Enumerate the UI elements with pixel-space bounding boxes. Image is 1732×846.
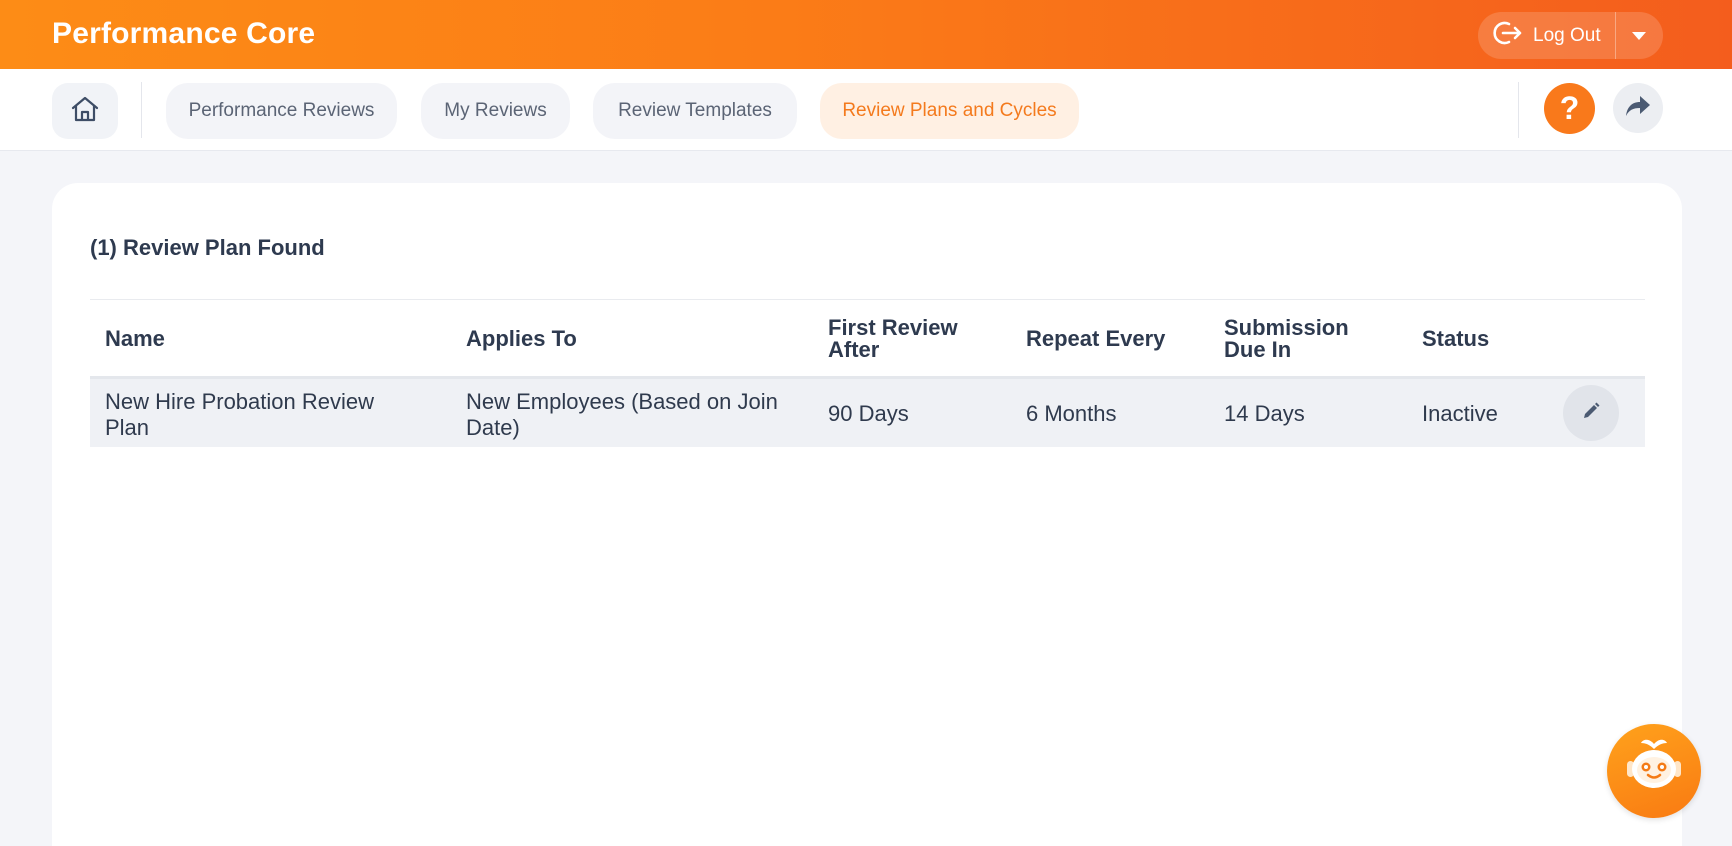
assistant-bot-button[interactable] xyxy=(1607,724,1701,818)
nav-divider-right xyxy=(1518,82,1519,138)
results-count-heading: (1) Review Plan Found xyxy=(90,235,325,260)
column-header-repeat-every: Repeat Every xyxy=(1026,326,1166,351)
help-button[interactable]: ? xyxy=(1544,83,1595,134)
tab-my-reviews[interactable]: My Reviews xyxy=(421,83,570,139)
home-button[interactable] xyxy=(52,83,118,139)
app-title: Performance Core xyxy=(52,17,316,50)
logout-menu-toggle[interactable] xyxy=(1616,12,1662,59)
pencil-icon xyxy=(1581,401,1601,426)
tab-review-templates[interactable]: Review Templates xyxy=(593,83,797,139)
cell-first-review-after: 90 Days xyxy=(828,401,909,426)
share-icon xyxy=(1624,94,1652,123)
tab-review-plans-and-cycles[interactable]: Review Plans and Cycles xyxy=(820,83,1079,139)
cell-name: New Hire Probation Review Plan xyxy=(105,389,374,440)
column-header-name: Name xyxy=(105,326,165,351)
edit-plan-button[interactable] xyxy=(1563,385,1619,441)
column-header-submission-due-in: Submission Due In xyxy=(1224,315,1349,362)
table-divider xyxy=(90,299,1645,300)
cell-submission-due-in: 14 Days xyxy=(1224,401,1305,426)
help-icon: ? xyxy=(1559,90,1580,126)
nav-bar: Performance Reviews My Reviews Review Te… xyxy=(0,69,1732,151)
home-icon xyxy=(70,95,100,128)
cell-status: Inactive xyxy=(1422,401,1498,426)
column-header-status: Status xyxy=(1422,326,1490,351)
app-header: Performance Core Log Out xyxy=(0,0,1732,69)
tab-performance-reviews[interactable]: Performance Reviews xyxy=(166,83,397,139)
robot-assistant-icon xyxy=(1619,734,1689,809)
cell-repeat-every: 6 Months xyxy=(1026,401,1117,426)
logout-button-group: Log Out xyxy=(1478,12,1663,59)
chevron-down-icon xyxy=(1632,27,1646,45)
cell-applies-to: New Employees (Based on Join Date) xyxy=(466,389,778,440)
review-plans-card: (1) Review Plan Found Name Applies To Fi… xyxy=(52,183,1682,846)
nav-divider xyxy=(141,82,142,138)
logout-button[interactable]: Log Out xyxy=(1478,12,1615,59)
logout-label: Log Out xyxy=(1533,24,1601,46)
logout-icon xyxy=(1491,19,1523,52)
column-header-first-review-after: First Review After xyxy=(828,315,958,362)
share-button[interactable] xyxy=(1613,83,1663,133)
table-row[interactable]: New Hire Probation Review Plan New Emplo… xyxy=(90,379,1645,447)
column-header-applies-to: Applies To xyxy=(466,326,577,351)
